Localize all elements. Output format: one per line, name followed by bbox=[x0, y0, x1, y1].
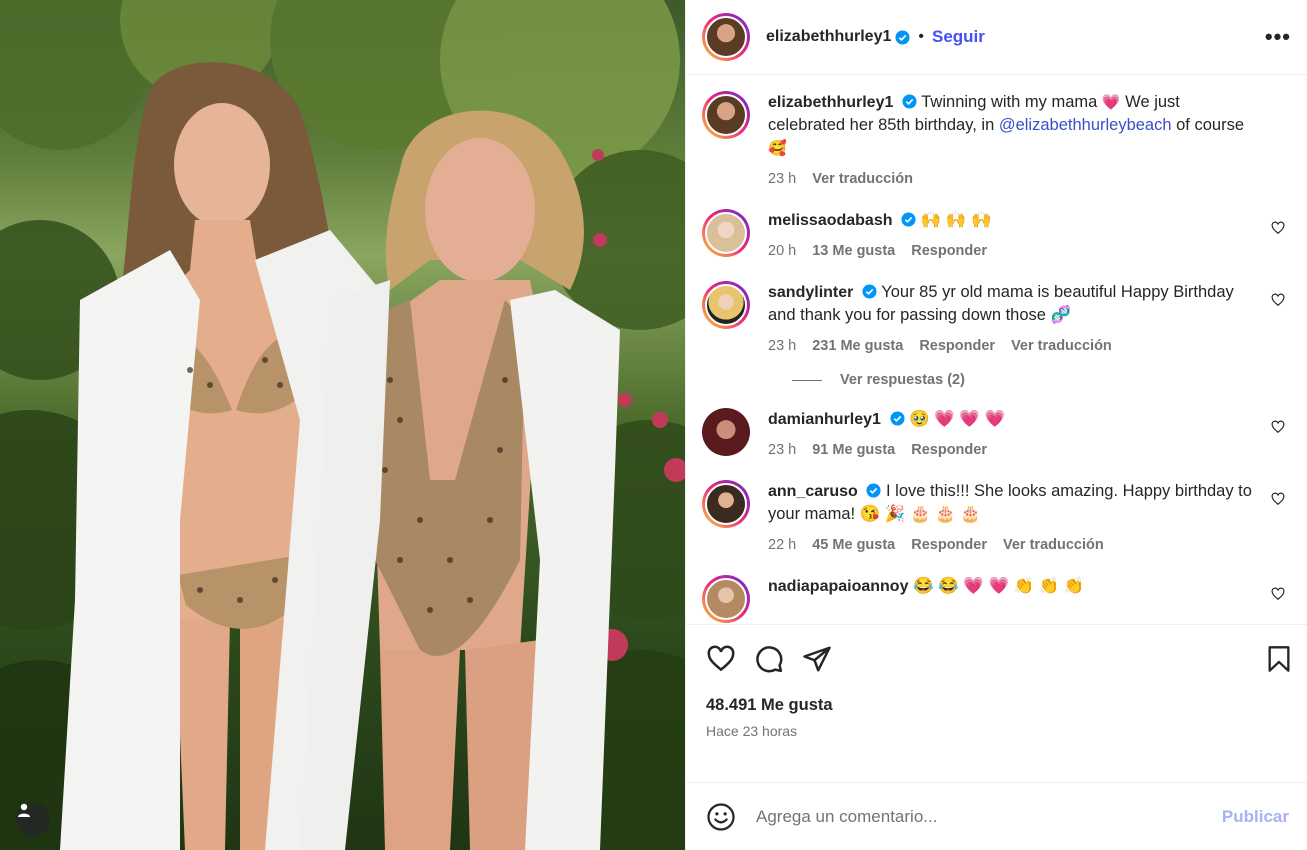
post-actions-bar bbox=[686, 624, 1307, 692]
publish-button[interactable]: Publicar bbox=[1222, 807, 1289, 827]
like-comment-heart-icon[interactable] bbox=[1271, 221, 1285, 235]
comment-avatar[interactable] bbox=[702, 408, 750, 456]
comment-meta: 23 h 91 Me gusta Responder bbox=[768, 439, 1255, 462]
caption-text-after: of course bbox=[1171, 116, 1245, 134]
comment-time[interactable]: 22 h bbox=[768, 534, 796, 557]
share-icon[interactable] bbox=[802, 644, 832, 674]
post-header: elizabethhurley1 • Seguir ••• bbox=[686, 0, 1307, 75]
caption-avatar[interactable] bbox=[702, 91, 750, 139]
caption-username[interactable]: elizabethhurley1 bbox=[768, 94, 893, 111]
caption-meta: 23 h Ver traducción bbox=[768, 168, 1255, 191]
comment-meta: 22 h 45 Me gusta Responder Ver traducció… bbox=[768, 534, 1255, 557]
verified-badge-icon bbox=[866, 483, 881, 498]
heart-icon[interactable] bbox=[706, 644, 736, 674]
follow-button[interactable]: Seguir bbox=[932, 27, 985, 47]
like-comment-heart-icon[interactable] bbox=[1271, 420, 1285, 434]
comment-likes[interactable]: 231 Me gusta bbox=[812, 335, 903, 358]
more-options-icon[interactable]: ••• bbox=[1265, 26, 1291, 48]
smiling-hearts-emoji: 🥰 bbox=[768, 140, 787, 157]
caption-translate-link[interactable]: Ver traducción bbox=[812, 168, 913, 191]
reply-button[interactable]: Responder bbox=[911, 534, 987, 557]
comment-input[interactable]: Agrega un comentario... bbox=[756, 807, 1222, 827]
comment-time[interactable]: 23 h bbox=[768, 439, 796, 462]
replies-divider bbox=[792, 379, 822, 381]
comment-meta: 23 h 231 Me gusta Responder Ver traducci… bbox=[768, 335, 1255, 358]
comment-item: damianhurley1 🥹 💗 💗 💗 23 h 91 Me gusta R… bbox=[702, 408, 1291, 462]
user-icon bbox=[18, 803, 30, 817]
comment-item: sandylinter Your 85 yr old mama is beaut… bbox=[702, 281, 1291, 358]
comment-icon[interactable] bbox=[754, 644, 784, 674]
comment-likes[interactable]: 91 Me gusta bbox=[812, 439, 895, 462]
view-replies-button[interactable]: Ver respuestas (2) bbox=[792, 372, 1291, 388]
comment-username[interactable]: sandylinter bbox=[768, 284, 853, 301]
pink-heart-emoji: 💗 bbox=[1101, 94, 1121, 111]
comment-avatar[interactable] bbox=[702, 281, 750, 329]
caption-mention-link[interactable]: @elizabethhurleybeach bbox=[999, 116, 1172, 134]
emoji-icon[interactable] bbox=[706, 802, 736, 832]
bookmark-icon[interactable] bbox=[1265, 644, 1293, 674]
comment-item: nadiapapaioannoy 😂 😂 💗 💗 👏 👏 👏 bbox=[702, 575, 1291, 623]
post-time[interactable]: Hace 23 horas bbox=[686, 720, 1307, 782]
translate-link[interactable]: Ver traducción bbox=[1011, 335, 1112, 358]
verified-badge-icon bbox=[901, 212, 916, 227]
view-replies-label: Ver respuestas (2) bbox=[840, 372, 965, 388]
comment-username[interactable]: ann_caruso bbox=[768, 483, 858, 500]
caption-text-before: Twinning with my mama bbox=[921, 93, 1102, 111]
comment-username[interactable]: melissaodabash bbox=[768, 212, 893, 229]
caption-time[interactable]: 23 h bbox=[768, 168, 796, 191]
like-comment-heart-icon[interactable] bbox=[1271, 587, 1285, 601]
comment-username[interactable]: nadiapapaioannoy bbox=[768, 578, 908, 595]
like-comment-heart-icon[interactable] bbox=[1271, 492, 1285, 506]
comment-avatar[interactable] bbox=[702, 575, 750, 623]
comment-avatar[interactable] bbox=[702, 480, 750, 528]
like-comment-heart-icon[interactable] bbox=[1271, 293, 1285, 307]
verified-badge-icon bbox=[862, 284, 877, 299]
likes-count[interactable]: 48.491 Me gusta bbox=[686, 692, 1307, 720]
reply-button[interactable]: Responder bbox=[911, 240, 987, 263]
author-username[interactable]: elizabethhurley1 bbox=[766, 28, 891, 46]
comment-likes[interactable]: 45 Me gusta bbox=[812, 534, 895, 557]
reply-button[interactable]: Responder bbox=[911, 439, 987, 462]
add-comment-bar: Agrega un comentario... Publicar bbox=[686, 782, 1307, 850]
comment-text: 🥹 💗 💗 💗 bbox=[909, 410, 1006, 428]
comment-time[interactable]: 23 h bbox=[768, 335, 796, 358]
photo-illustration bbox=[0, 0, 685, 850]
author-avatar[interactable] bbox=[702, 13, 750, 61]
comment-avatar[interactable] bbox=[702, 209, 750, 257]
comment-text: 🙌 🙌 🙌 bbox=[920, 211, 992, 229]
verified-badge-icon bbox=[890, 411, 905, 426]
verified-badge-icon bbox=[895, 29, 910, 45]
comment-time[interactable]: 20 h bbox=[768, 240, 796, 263]
reply-button[interactable]: Responder bbox=[919, 335, 995, 358]
comment-item: ann_caruso I love this!!! She looks amaz… bbox=[702, 480, 1291, 557]
tagged-users-button[interactable] bbox=[16, 802, 50, 836]
post-photo[interactable] bbox=[0, 0, 685, 850]
caption-text: elizabethhurley1 Twinning with my mama 💗… bbox=[768, 91, 1255, 160]
caption: elizabethhurley1 Twinning with my mama 💗… bbox=[702, 91, 1291, 191]
verified-badge-icon bbox=[902, 94, 917, 109]
comment-item: melissaodabash 🙌 🙌 🙌 20 h 13 Me gusta Re… bbox=[702, 209, 1291, 263]
header-separator: • bbox=[918, 28, 924, 45]
instagram-post-modal: elizabethhurley1 • Seguir ••• elizabethh… bbox=[0, 0, 1307, 850]
comment-meta: 20 h 13 Me gusta Responder bbox=[768, 240, 1255, 263]
comments-list[interactable]: elizabethhurley1 Twinning with my mama 💗… bbox=[686, 75, 1307, 624]
post-side-panel: elizabethhurley1 • Seguir ••• elizabethh… bbox=[685, 0, 1307, 850]
translate-link[interactable]: Ver traducción bbox=[1003, 534, 1104, 557]
comment-likes[interactable]: 13 Me gusta bbox=[812, 240, 895, 263]
comment-username[interactable]: damianhurley1 bbox=[768, 411, 881, 428]
comment-text: 😂 😂 💗 💗 👏 👏 👏 bbox=[913, 577, 1085, 595]
